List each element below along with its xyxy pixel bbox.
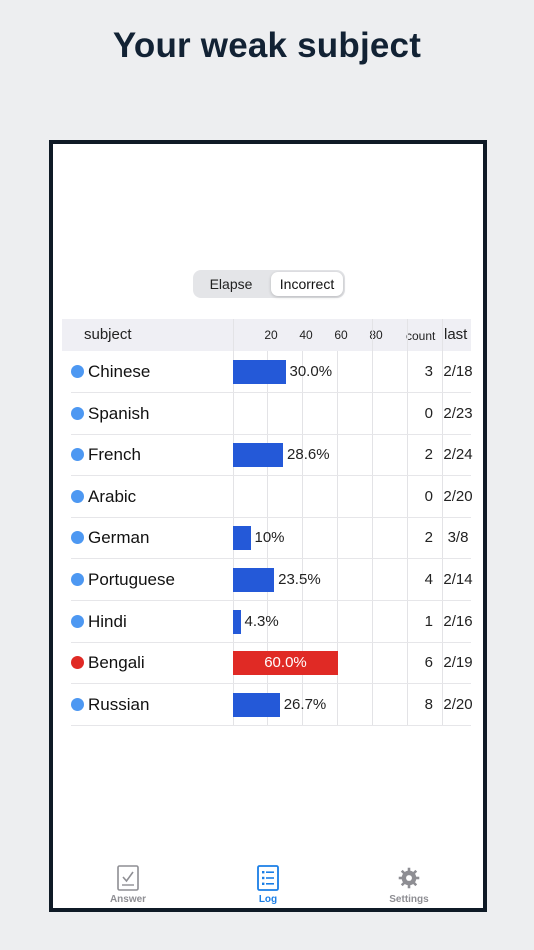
last-date: 2/20 bbox=[443, 695, 473, 713]
table-row[interactable]: German 10% 2 3/8 bbox=[71, 517, 471, 560]
incorrect-rate-bar bbox=[233, 443, 284, 468]
incorrect-rate-bar bbox=[233, 526, 251, 551]
header-tick-60: 60 bbox=[334, 328, 348, 342]
incorrect-rate-label: 60.0% bbox=[264, 654, 307, 672]
segment-elapse[interactable]: Elapse bbox=[195, 272, 267, 296]
tab-log[interactable]: Log bbox=[218, 846, 318, 908]
weak-status-dot bbox=[71, 656, 84, 670]
table-row[interactable]: Russian 26.7% 8 2/20 bbox=[71, 684, 473, 726]
incorrect-rate-label: 10% bbox=[254, 529, 285, 547]
table-row[interactable]: Bengali 60.0% 6 2/19 bbox=[71, 642, 473, 685]
status-dot bbox=[71, 448, 84, 462]
phone-screen: Elapse Incorrect subject 20 40 60 80 cou… bbox=[49, 140, 487, 912]
header-subject: subject bbox=[84, 326, 132, 343]
last-date: 2/14 bbox=[443, 571, 473, 588]
last-date: 2/19 bbox=[443, 654, 473, 672]
subject-name: Russian bbox=[88, 694, 150, 714]
header-last: last bbox=[444, 326, 468, 343]
table-row[interactable]: Hindi 4.3% 1 2/16 bbox=[71, 601, 473, 643]
status-dot bbox=[71, 573, 84, 586]
table-header: subject 20 40 60 80 count last bbox=[62, 319, 471, 351]
last-date: 2/24 bbox=[443, 446, 473, 464]
incorrect-rate-label: 4.3% bbox=[244, 612, 279, 630]
headline: Your weak subject bbox=[112, 26, 422, 65]
header-tick-20: 20 bbox=[264, 328, 278, 342]
table-row[interactable]: Chinese 30.0% 3 2/18 bbox=[71, 351, 473, 393]
tab-answer-label: Answer bbox=[109, 894, 147, 905]
segment-incorrect[interactable]: Incorrect bbox=[271, 272, 343, 296]
incorrect-count: 0 bbox=[424, 404, 433, 422]
status-dot bbox=[71, 365, 84, 378]
incorrect-rate-label: 28.6% bbox=[287, 446, 330, 464]
tab-bar: Answer Log Settings bbox=[53, 846, 483, 908]
status-dot bbox=[71, 614, 84, 628]
incorrect-count: 2 bbox=[424, 529, 433, 547]
subject-name: Spanish bbox=[88, 403, 150, 423]
subject-name: German bbox=[88, 528, 150, 548]
subject-name: Hindi bbox=[88, 611, 127, 631]
header-count: count bbox=[406, 329, 436, 343]
status-dot bbox=[71, 531, 84, 545]
incorrect-rate-label: 30.0% bbox=[289, 363, 333, 380]
incorrect-rate-bar bbox=[233, 692, 280, 717]
last-date: 2/18 bbox=[443, 363, 473, 380]
status-dot bbox=[71, 489, 84, 503]
gear-icon bbox=[398, 867, 420, 889]
incorrect-rate-label: 23.5% bbox=[278, 571, 321, 588]
log-list-icon bbox=[257, 865, 279, 891]
tab-answer[interactable]: Answer bbox=[78, 846, 178, 908]
tab-settings-label: Settings bbox=[389, 894, 429, 905]
incorrect-count: 0 bbox=[424, 487, 433, 505]
table-row[interactable]: Arabic 0 2/20 bbox=[71, 476, 473, 518]
answer-sheet-icon bbox=[117, 865, 139, 891]
table-row[interactable]: Spanish 0 2/23 bbox=[71, 393, 473, 435]
incorrect-rate-bar bbox=[233, 609, 241, 634]
subject-name: Arabic bbox=[88, 486, 137, 506]
incorrect-count: 8 bbox=[424, 695, 433, 713]
status-dot bbox=[71, 406, 84, 420]
tab-log-label: Log bbox=[258, 894, 278, 905]
subject-name: Chinese bbox=[88, 362, 151, 381]
incorrect-rate-bar bbox=[233, 360, 286, 384]
incorrect-count: 1 bbox=[424, 612, 433, 630]
header-tick-80: 80 bbox=[369, 328, 383, 342]
incorrect-count: 3 bbox=[424, 363, 433, 380]
subject-name: French bbox=[88, 445, 141, 465]
incorrect-rate-bar bbox=[233, 568, 275, 592]
header-tick-40: 40 bbox=[299, 328, 313, 342]
metric-segmented-control: Elapse Incorrect bbox=[193, 270, 345, 298]
incorrect-count: 2 bbox=[424, 446, 433, 464]
table-row[interactable]: Portuguese 23.5% 4 2/14 bbox=[71, 559, 473, 601]
subject-name: Portuguese bbox=[88, 570, 175, 589]
incorrect-rate-label: 26.7% bbox=[283, 695, 327, 713]
incorrect-count: 4 bbox=[424, 571, 433, 588]
last-date: 3/8 bbox=[447, 529, 469, 547]
last-date: 2/20 bbox=[443, 487, 473, 505]
subject-name: Bengali bbox=[88, 653, 145, 673]
tab-settings[interactable]: Settings bbox=[359, 846, 459, 908]
status-dot bbox=[71, 697, 84, 711]
last-date: 2/23 bbox=[443, 404, 473, 422]
incorrect-count: 6 bbox=[424, 654, 433, 672]
last-date: 2/16 bbox=[443, 612, 473, 630]
table-row[interactable]: French 28.6% 2 2/24 bbox=[71, 434, 473, 477]
